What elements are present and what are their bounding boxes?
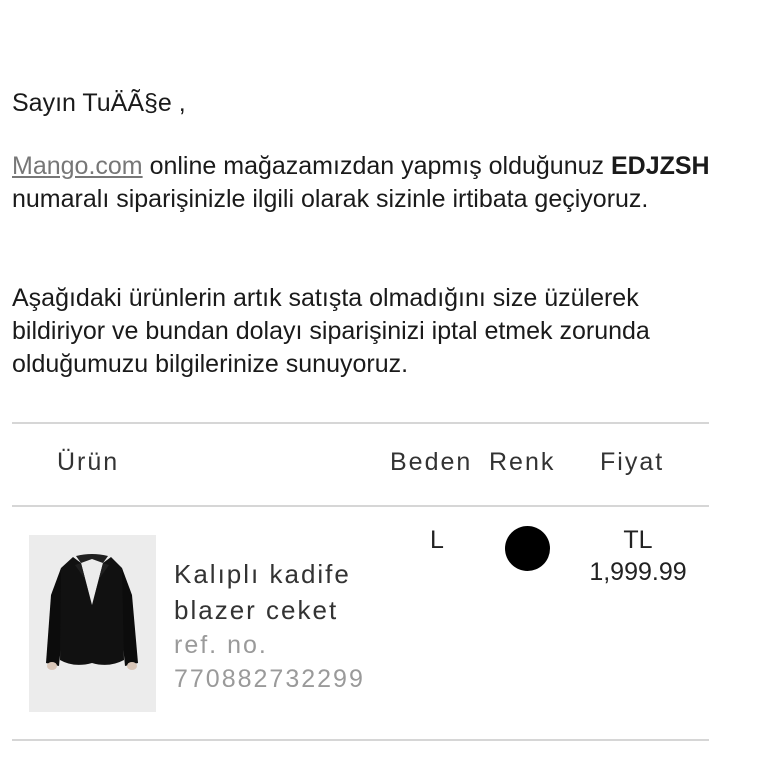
black-blazer-image xyxy=(46,554,138,670)
ref-number: 770882732299 xyxy=(174,665,365,693)
intro-text-1: online mağazamızdan yapmış olduğunuz xyxy=(142,152,611,180)
table-top-divider xyxy=(12,422,709,424)
order-code: EDJZSH xyxy=(610,152,710,180)
price-currency: TL xyxy=(623,526,653,554)
intro-paragraph: Mango.com online mağazamızdan yapmış old… xyxy=(12,150,732,216)
price-value: 1,999.99 xyxy=(589,558,687,586)
product-size: L xyxy=(430,526,444,554)
product-price: TL 1,999.99 xyxy=(578,524,698,588)
header-size: Beden xyxy=(390,448,473,476)
header-divider xyxy=(12,505,709,507)
product-ref: ref. no. 770882732299 xyxy=(174,628,365,696)
ref-label: ref. no. xyxy=(174,631,268,659)
color-swatch xyxy=(505,526,550,571)
product-image[interactable] xyxy=(29,535,156,712)
table-bottom-divider xyxy=(12,739,709,741)
intro-text-2: numaralı siparişinizle ilgili olarak siz… xyxy=(12,185,649,213)
header-price: Fiyat xyxy=(600,448,665,476)
notice-paragraph: Aşağıdaki ürünlerin artık satışta olmadı… xyxy=(12,284,650,378)
header-color: Renk xyxy=(489,448,556,476)
product-name[interactable]: Kalıplı kadife blazer ceket xyxy=(174,556,389,628)
mango-link[interactable]: Mango.com xyxy=(12,152,143,180)
header-product: Ürün xyxy=(57,448,120,476)
greeting: Sayın TuÄÃ§e , xyxy=(12,89,186,117)
